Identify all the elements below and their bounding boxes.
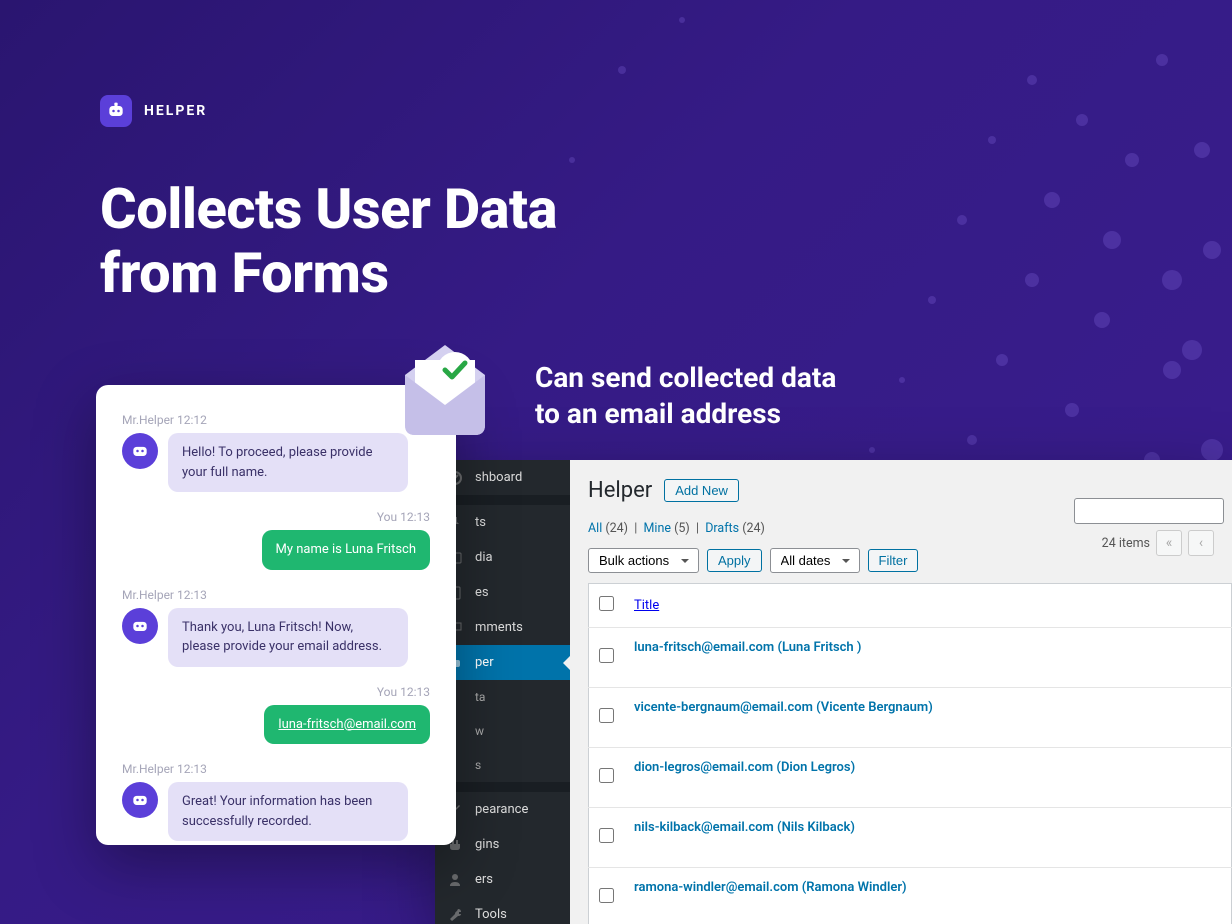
sidebar-label: per xyxy=(475,655,494,670)
headline-line1: Collects User Data xyxy=(100,176,557,242)
pager-first-button[interactable]: « xyxy=(1156,530,1182,556)
filter-all[interactable]: All xyxy=(588,521,602,536)
sidebar-label: ts xyxy=(475,515,486,530)
item-count: 24 items xyxy=(1102,536,1150,551)
chat-row: Great! Your information has been success… xyxy=(122,782,430,841)
chat-meta: You 12:13 xyxy=(122,685,430,699)
row-checkbox[interactable] xyxy=(599,888,614,903)
headline-line2: from Forms xyxy=(100,240,389,306)
table-row: luna-fritsch@email.com (Luna Fritsch ) xyxy=(589,628,1232,688)
entry-link[interactable]: vicente-bergnaum@email.com (Vicente Berg… xyxy=(634,700,933,715)
select-all-checkbox[interactable] xyxy=(599,596,614,611)
admin-main: Helper Add New All (24) | Mine (5) | Dra… xyxy=(570,460,1232,924)
chat-row: luna-fritsch@email.com xyxy=(122,705,430,745)
filter-mine[interactable]: Mine xyxy=(644,521,671,536)
row-checkbox[interactable] xyxy=(599,648,614,663)
filter-all-count: (24) xyxy=(605,521,628,536)
entries-table: Title luna-fritsch@email.com (Luna Frits… xyxy=(588,583,1232,924)
subheadline: Can send collected data to an email addr… xyxy=(535,360,836,433)
table-row: ramona-windler@email.com (Ramona Windler… xyxy=(589,868,1232,924)
admin-panel: shboard ts dia es mments per ta w s pear xyxy=(435,460,1232,924)
filter-mine-count: (5) xyxy=(674,521,690,536)
entry-link[interactable]: nils-kilback@email.com (Nils Kilback) xyxy=(634,820,855,835)
sidebar-label: ta xyxy=(475,690,485,704)
chat-bubble: Thank you, Luna Fritsch! Now, please pro… xyxy=(168,608,408,667)
chat-row: Thank you, Luna Fritsch! Now, please pro… xyxy=(122,608,430,667)
email-link[interactable]: luna-fritsch@email.com xyxy=(278,717,416,732)
table-row: dion-legros@email.com (Dion Legros) xyxy=(589,748,1232,808)
wrench-icon xyxy=(447,907,463,923)
date-filter-select[interactable]: All dates xyxy=(770,548,860,573)
sidebar-item-tools[interactable]: Tools xyxy=(435,897,570,924)
search-input[interactable] xyxy=(1074,498,1224,524)
chat-bubble: Great! Your information has been success… xyxy=(168,782,408,841)
envelope-check-icon xyxy=(385,325,505,449)
sidebar-item-users[interactable]: ers xyxy=(435,862,570,897)
bot-avatar-icon xyxy=(122,782,158,818)
chat-bubble: luna-fritsch@email.com xyxy=(264,705,430,745)
bot-avatar-icon xyxy=(122,608,158,644)
table-row: vicente-bergnaum@email.com (Vicente Berg… xyxy=(589,688,1232,748)
logo-icon xyxy=(100,95,132,127)
chat-bubble: Hello! To proceed, please provide your f… xyxy=(168,433,408,492)
sidebar-label: dia xyxy=(475,550,493,565)
chat-meta: Mr.Helper 12:13 xyxy=(122,588,430,602)
chat-meta: Mr.Helper 12:12 xyxy=(122,413,430,427)
page-title: Helper xyxy=(588,478,652,503)
sidebar-label: shboard xyxy=(475,470,522,485)
entry-link[interactable]: luna-fritsch@email.com (Luna Fritsch ) xyxy=(634,640,861,655)
filter-button[interactable]: Filter xyxy=(868,549,919,572)
add-new-button[interactable]: Add New xyxy=(664,479,739,502)
sub-line2: to an email address xyxy=(535,397,781,430)
entry-link[interactable]: dion-legros@email.com (Dion Legros) xyxy=(634,760,855,775)
chat-meta: Mr.Helper 12:13 xyxy=(122,762,430,776)
sidebar-label: gins xyxy=(475,837,499,852)
sidebar-label: s xyxy=(475,758,481,772)
sidebar-label: w xyxy=(475,724,484,738)
title-column-header[interactable]: Title xyxy=(634,598,659,613)
row-checkbox[interactable] xyxy=(599,768,614,783)
user-icon xyxy=(447,872,463,888)
sidebar-label: mments xyxy=(475,620,523,635)
filter-drafts-count: (24) xyxy=(742,521,765,536)
filter-drafts[interactable]: Drafts xyxy=(705,521,739,536)
bot-avatar-icon xyxy=(122,433,158,469)
chat-row: My name is Luna Fritsch xyxy=(122,530,430,570)
sub-line1: Can send collected data xyxy=(535,361,836,394)
sidebar-label: es xyxy=(475,585,489,600)
chat-meta: You 12:13 xyxy=(122,510,430,524)
pager-prev-button[interactable]: ‹ xyxy=(1188,530,1214,556)
sidebar-label: pearance xyxy=(475,802,528,817)
row-checkbox[interactable] xyxy=(599,828,614,843)
sidebar-label: Tools xyxy=(475,907,507,922)
row-checkbox[interactable] xyxy=(599,708,614,723)
sidebar-label: ers xyxy=(475,872,493,887)
chat-row: Hello! To proceed, please provide your f… xyxy=(122,433,430,492)
chat-panel: Mr.Helper 12:12 Hello! To proceed, pleas… xyxy=(96,385,456,845)
brand-name: HELPER xyxy=(144,103,207,119)
headline: Collects User Data from Forms xyxy=(100,177,557,306)
apply-button[interactable]: Apply xyxy=(707,549,762,572)
chat-bubble: My name is Luna Fritsch xyxy=(262,530,430,570)
table-row: nils-kilback@email.com (Nils Kilback) xyxy=(589,808,1232,868)
bulk-actions-select[interactable]: Bulk actions xyxy=(588,548,699,573)
entry-link[interactable]: ramona-windler@email.com (Ramona Windler… xyxy=(634,880,907,895)
